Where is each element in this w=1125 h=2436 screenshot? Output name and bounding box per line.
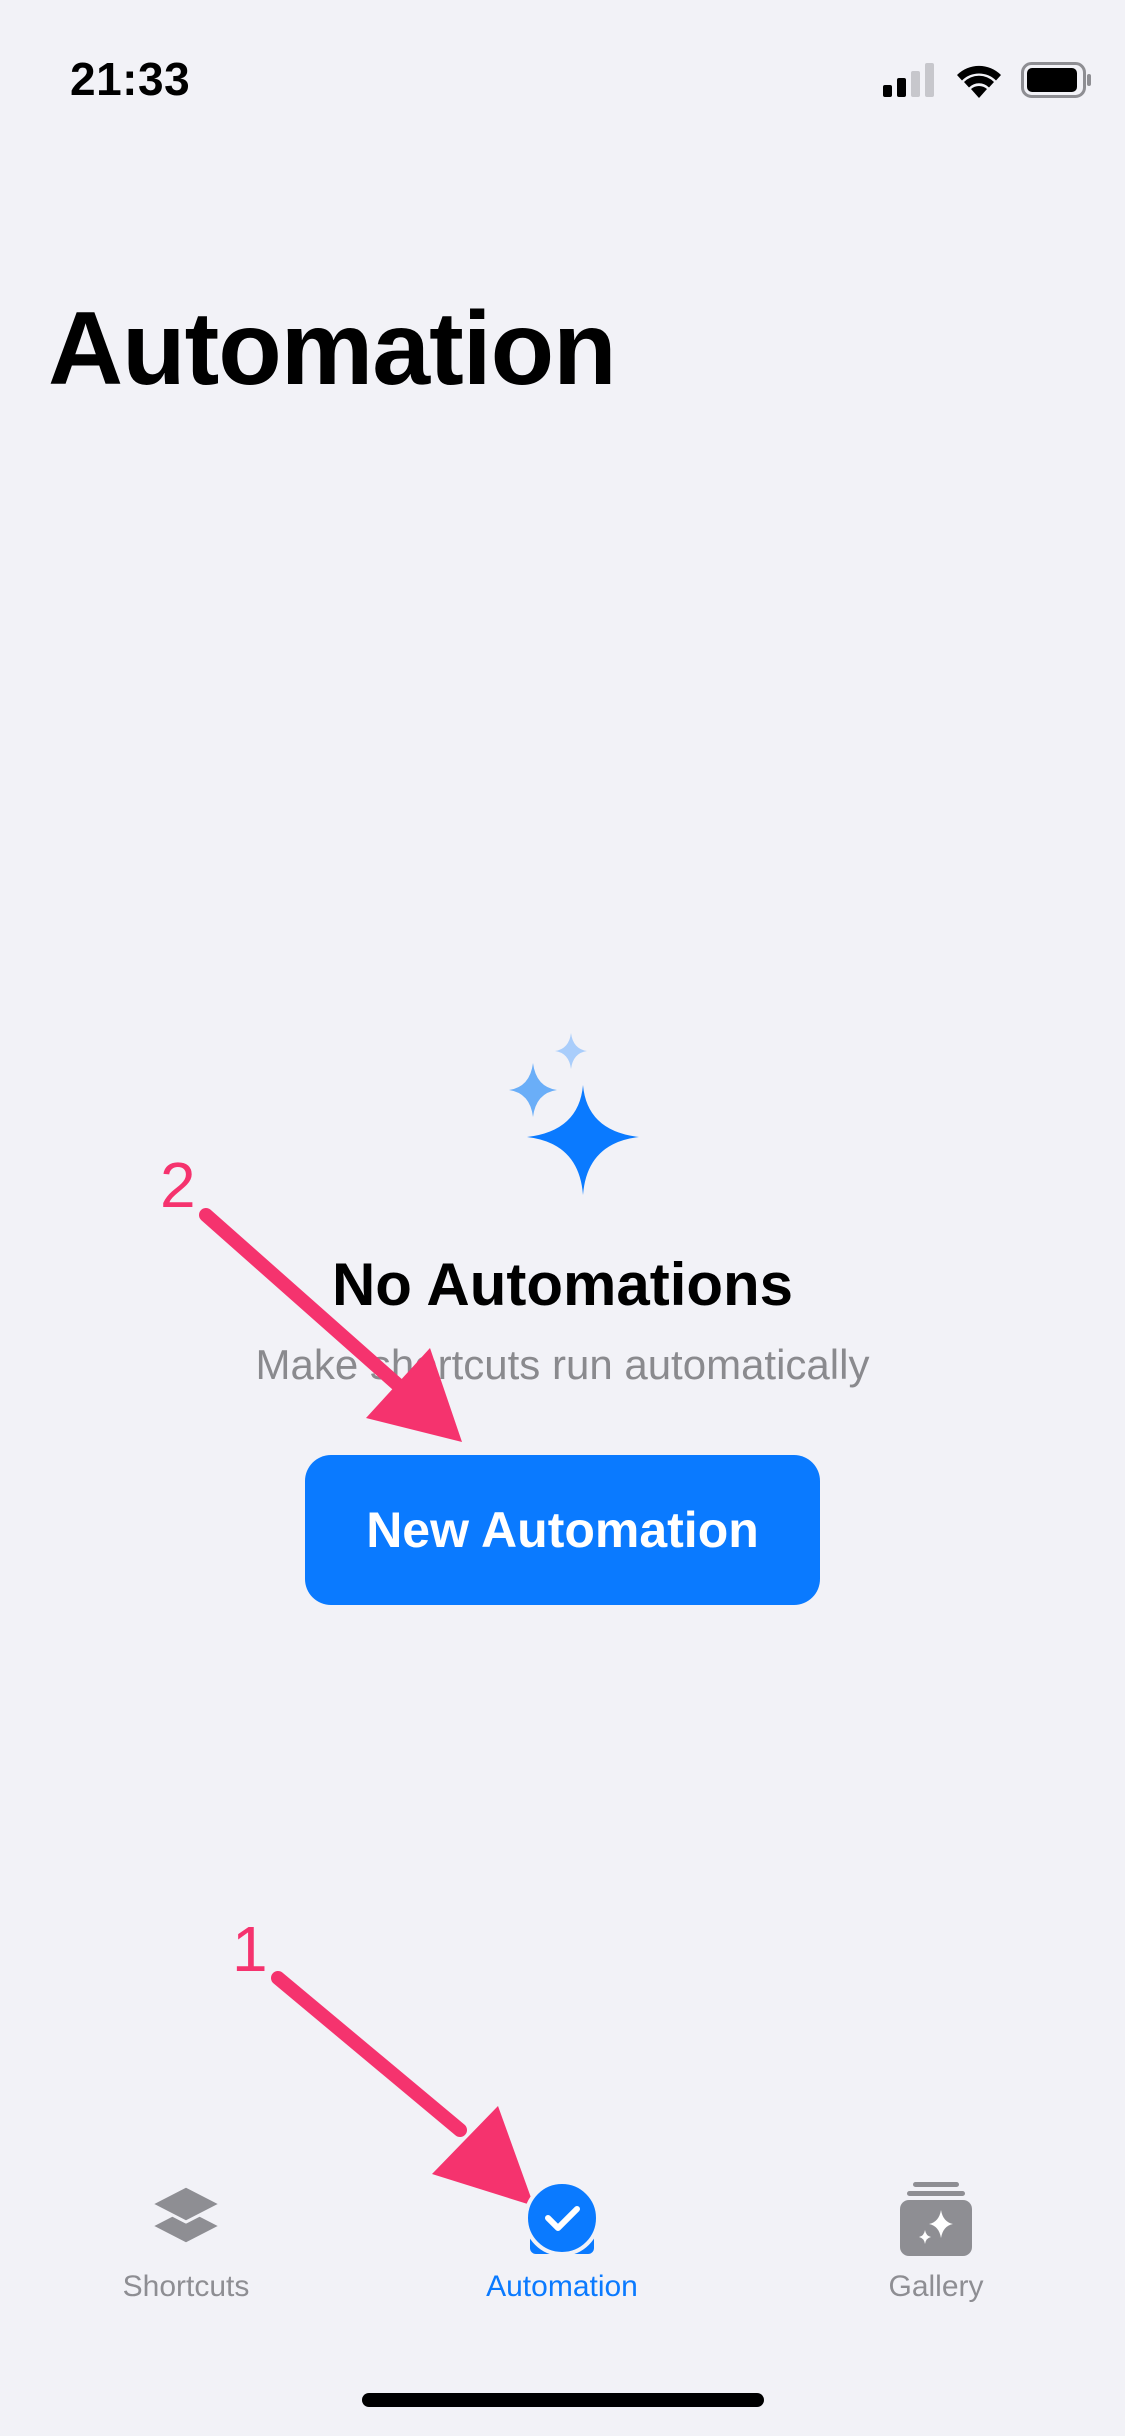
sparkles-icon [508,1033,639,1195]
wifi-icon [957,65,1001,98]
tab-automation-label: Automation [486,2270,638,2303]
tab-gallery-label: Gallery [888,2270,984,2303]
cellular-signal-icon [883,63,934,97]
home-indicator [362,2393,764,2407]
clock-checkmark-icon [524,2180,600,2256]
tab-gallery[interactable]: Gallery [806,2180,1066,2304]
tab-shortcuts[interactable]: Shortcuts [56,2180,316,2304]
layers-icon [149,2184,223,2246]
tab-bar: Shortcuts Automation Gallery [0,2180,1125,2330]
status-icons [883,62,1093,98]
gallery-sparkle-icon [900,2182,972,2256]
tab-shortcuts-label: Shortcuts [122,2270,250,2303]
annotation-number-1: 1 [232,1913,268,1985]
status-bar: 21:33 [0,0,1125,150]
new-automation-button[interactable]: New Automation [305,1455,820,1605]
empty-state: No Automations Make shortcuts run automa… [0,1025,1125,1389]
battery-icon [1021,62,1091,98]
annotation-arrow-1 [271,1971,534,2206]
empty-state-title: No Automations [331,1251,794,1318]
page-title: Automation [48,291,617,407]
status-time: 21:33 [70,53,191,105]
tab-automation[interactable]: Automation [432,2180,692,2304]
empty-state-subtitle: Make shortcuts run automatically [255,1341,870,1388]
